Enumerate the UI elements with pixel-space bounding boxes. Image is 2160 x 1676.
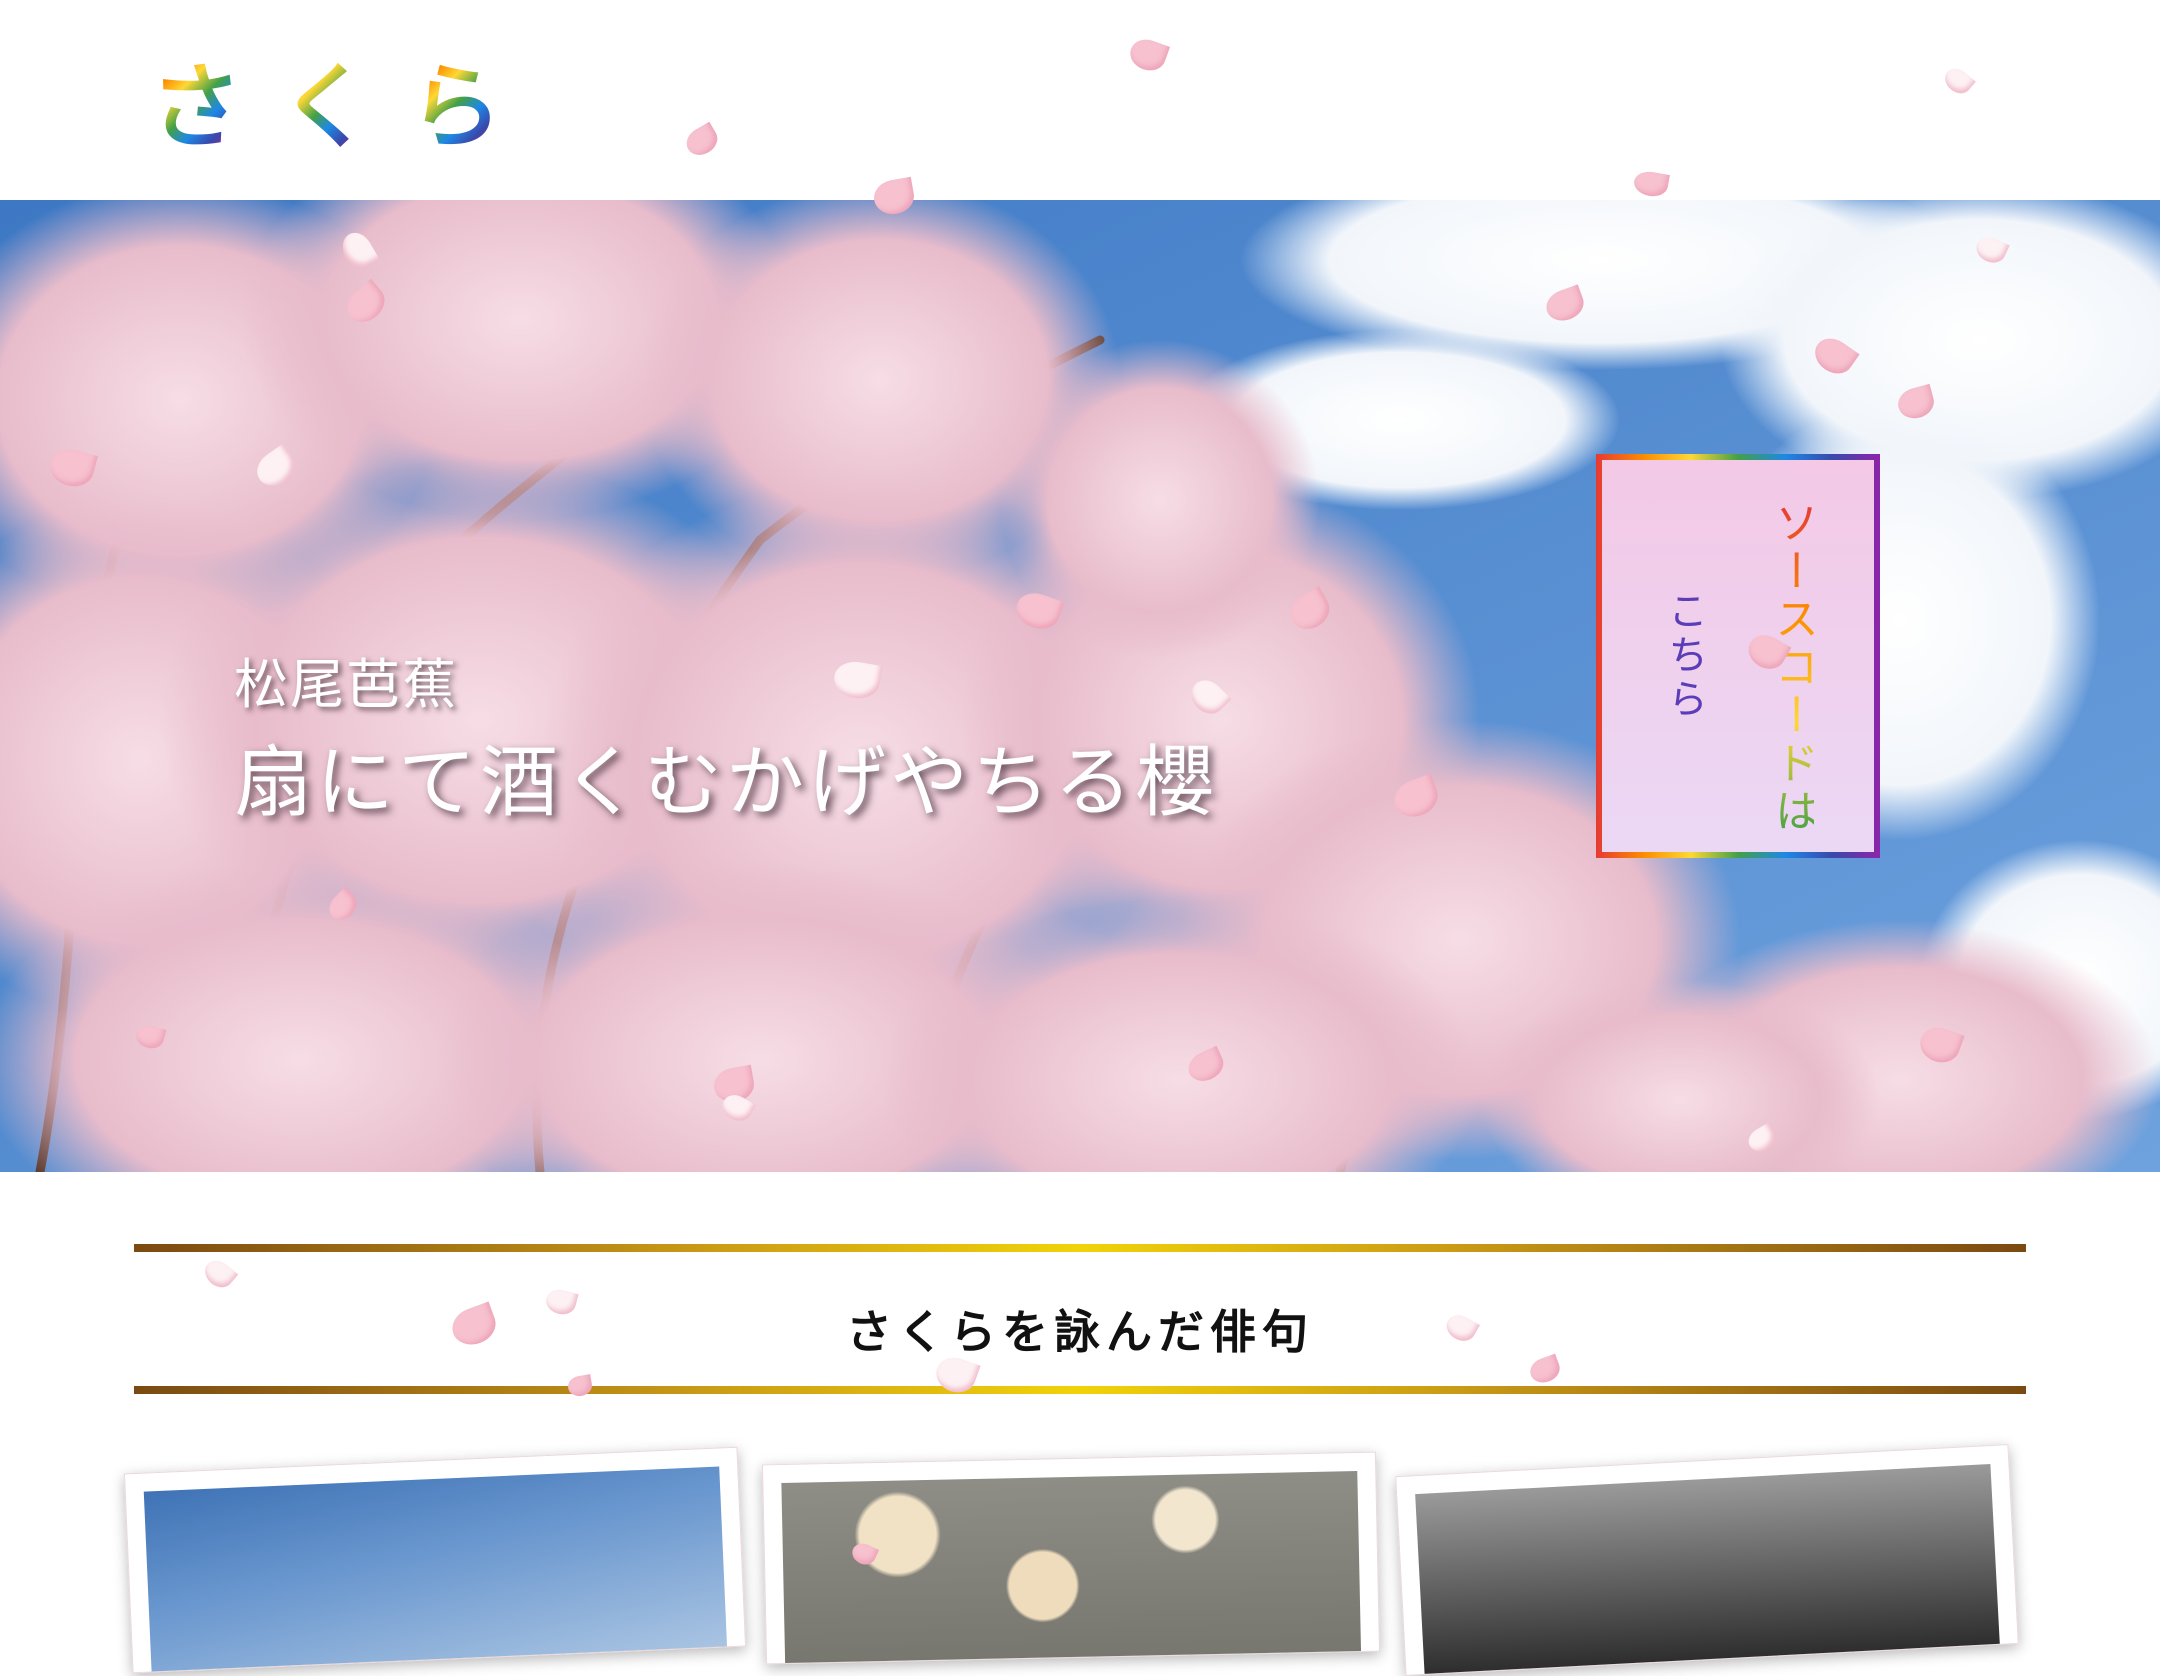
source-code-link-panel: ソースコードは こちら [1602, 460, 1874, 852]
source-code-here-label: こちら [1661, 590, 1707, 722]
logo-char-ra: ら [410, 54, 503, 161]
source-code-link[interactable]: ソースコードは こちら [1596, 454, 1880, 858]
sakura-petal-icon [199, 1255, 239, 1293]
blossom-photo [781, 1470, 1362, 1664]
section-title: さくらを詠んだ俳句 [846, 1305, 1314, 1359]
section-rule-top [134, 1244, 2026, 1252]
haiku-photo-card[interactable] [123, 1446, 747, 1674]
mountain-photo [1415, 1464, 2000, 1674]
logo-char-ku: く [280, 54, 373, 161]
sakura-petal-icon [566, 1374, 594, 1398]
section-rule-bottom [134, 1386, 2026, 1394]
site-header: さ く ら [0, 0, 2160, 200]
source-code-label: ソースコードは [1767, 500, 1818, 836]
featured-haiku: 扇にて酒くむかげやちる櫻 [234, 738, 1219, 828]
logo-char-sa: さ [150, 54, 243, 161]
sky-photo [143, 1466, 728, 1672]
haiku-author: 松尾芭蕉 [234, 653, 458, 716]
haiku-photo-card[interactable] [1395, 1444, 2019, 1676]
site-logo[interactable]: さ く ら [150, 62, 502, 154]
